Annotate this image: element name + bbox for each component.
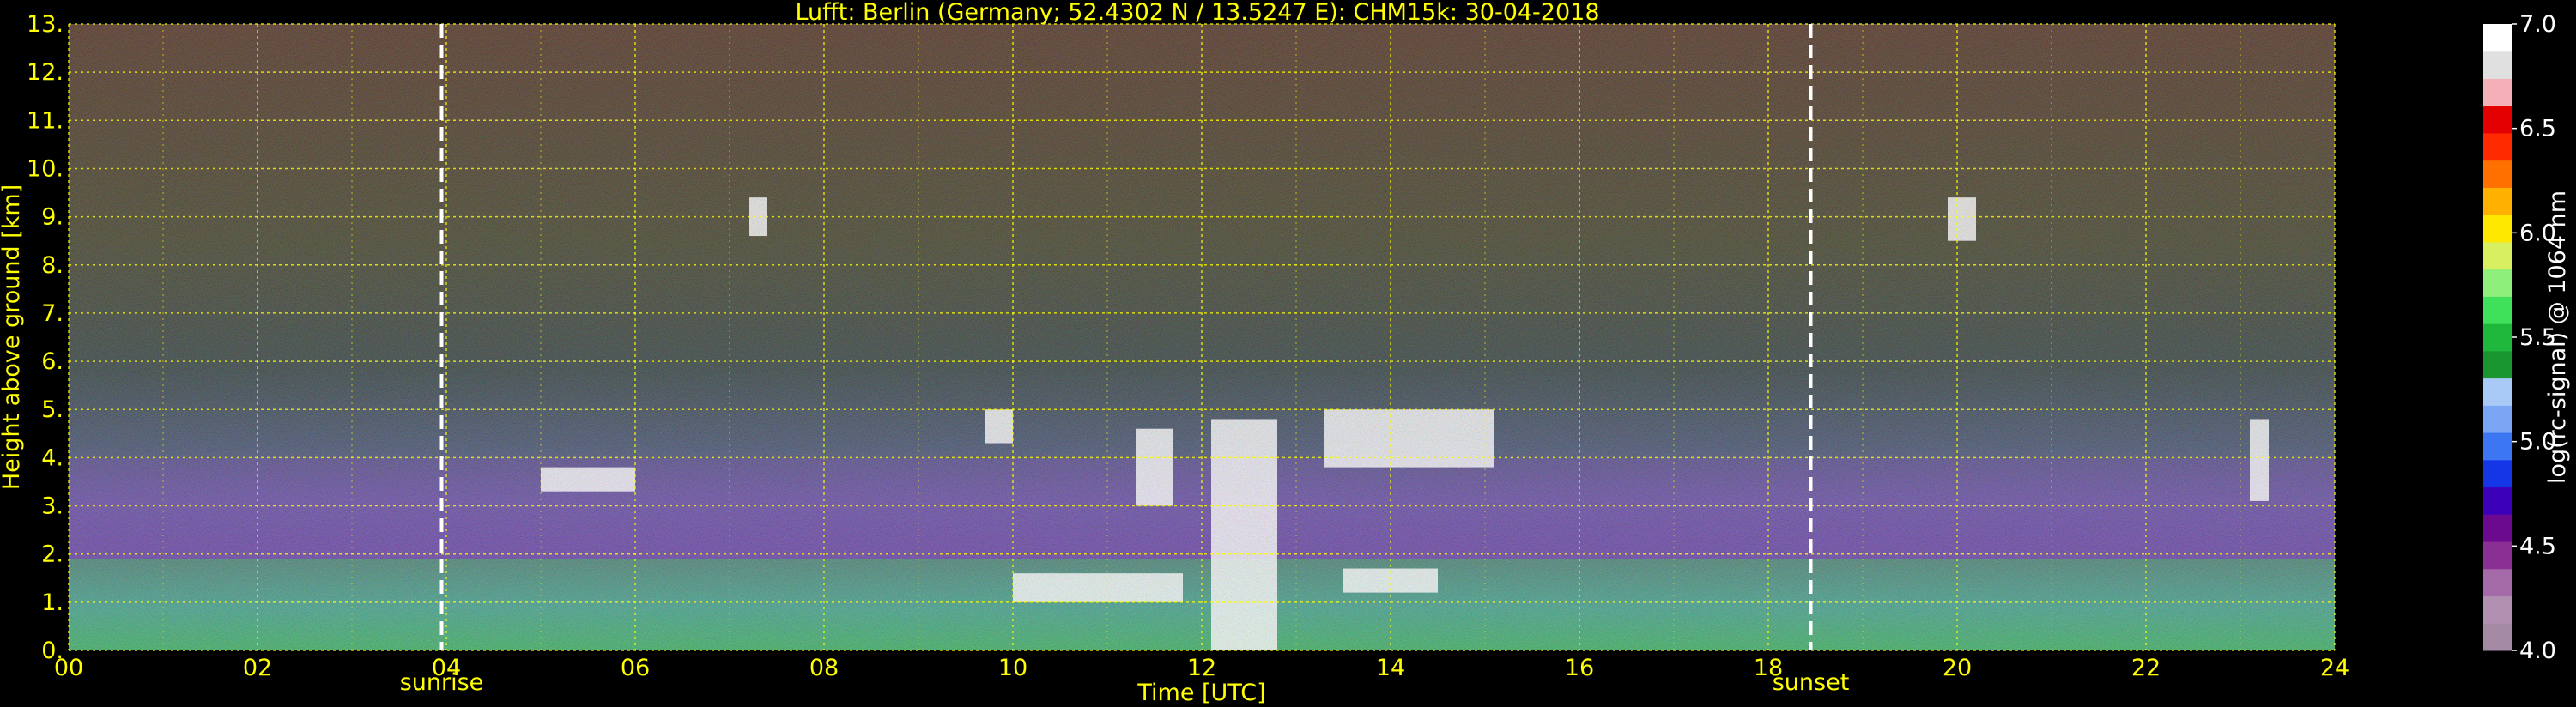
colorbar-segment [2483,78,2512,106]
x-tick-label: 22 [2131,655,2161,681]
x-tick-label: 16 [1565,655,1594,681]
colorbar-segment [2483,187,2512,215]
y-tick-label: 10. [27,155,64,182]
colorbar-segment [2483,350,2512,379]
colorbar-segment [2483,378,2512,406]
colorbar-tick-label: 6.5 [2519,116,2556,142]
colorbar-segment [2483,269,2512,297]
x-tick-label: 02 [243,655,272,681]
colorbar-segment [2483,405,2512,433]
y-axis-ticks: 0.1.2.3.4.5.6.7.8.9.10.11.12.13. [27,11,64,664]
colorbar-segment [2483,541,2512,570]
y-tick-label: 6. [41,348,64,375]
colorbar-segment [2483,24,2512,52]
y-tick-label: 1. [41,589,64,616]
x-tick-label: 24 [2320,655,2349,681]
x-tick-label: 08 [809,655,839,681]
colorbar-segment [2483,595,2512,624]
x-tick-label: 00 [54,655,83,681]
y-tick-label: 9. [41,204,64,231]
x-tick-label: 14 [1376,655,1405,681]
colorbar-segment [2483,514,2512,542]
x-tick-label: 12 [1187,655,1216,681]
x-axis-label: Time [UTC] [1136,680,1265,706]
ceilometer-chart: Lufft: Berlin (Germany; 52.4302 N / 13.5… [0,0,2571,706]
y-tick-label: 12. [27,59,64,86]
y-tick-label: 11. [27,107,64,134]
x-tick-label: 10 [998,655,1027,681]
y-tick-label: 13. [27,11,64,38]
colorbar-label: log(rc-signal) @ 1064 nm [2544,190,2571,484]
colorbar-segment [2483,568,2512,597]
colorbar-segment [2483,323,2512,352]
colorbar-tick-label: 7.0 [2519,11,2556,38]
colorbar-tick-label: 4.0 [2519,638,2556,664]
y-tick-label: 4. [41,444,64,471]
y-tick-label: 3. [41,493,64,520]
y-tick-label: 5. [41,396,64,423]
colorbar-segment [2483,106,2512,134]
y-tick-label: 2. [41,541,64,568]
y-tick-label: 8. [41,252,64,279]
colorbar-segment [2483,160,2512,188]
x-tick-label: 20 [1943,655,1972,681]
colorbar-segment [2483,432,2512,461]
colorbar-segment [2483,241,2512,270]
sunrise-label: sunrise [400,669,484,696]
colorbar-segment [2483,215,2512,243]
colorbar-segment [2483,132,2512,161]
y-axis-label: Height above ground [km] [0,184,25,490]
colorbar-segment [2483,51,2512,79]
colorbar-segment [2483,459,2512,488]
plot-area [68,23,2336,651]
x-tick-label: 06 [621,655,650,681]
y-tick-label: 7. [41,300,64,327]
colorbar [2483,24,2512,651]
sunset-label: sunset [1773,669,1850,696]
colorbar-tick-label: 4.5 [2519,533,2556,559]
chart-title: Lufft: Berlin (Germany; 52.4302 N / 13.5… [795,0,1599,26]
colorbar-segment [2483,296,2512,324]
colorbar-segment [2483,623,2512,651]
colorbar-segment [2483,486,2512,515]
